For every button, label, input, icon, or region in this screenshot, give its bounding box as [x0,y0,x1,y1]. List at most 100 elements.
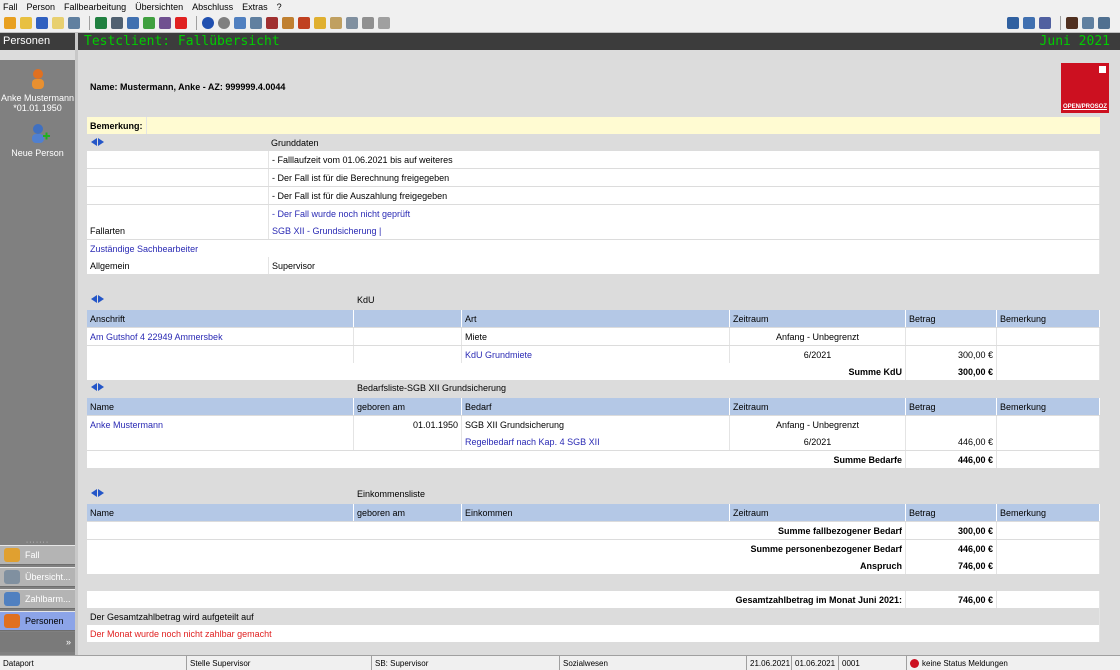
summary-value: 746,00 € [906,557,997,574]
sidebar-strip [0,50,75,60]
warning-row: Der Monat wurde noch nicht zahlbar gemac… [87,625,1100,642]
folder-icon[interactable] [20,17,32,29]
table-cell: 6/2021 [730,346,906,363]
nav-fall[interactable]: Fall [0,545,75,565]
summary-label: Summe fallbezogener Bedarf [87,522,906,539]
kdu-title: KdU [357,295,375,305]
menu-uebersichten[interactable]: Übersichten [135,2,183,12]
books-icon[interactable] [266,17,278,29]
table-cell: Anfang - Unbegrenzt [730,328,906,345]
col-zeitraum: Zeitraum [730,310,906,327]
menu-abschluss[interactable]: Abschluss [192,2,233,12]
grunddaten-line-text: - Der Fall ist für die Auszahlung freige… [269,187,1100,204]
users-icon[interactable] [159,17,171,29]
nav-zahlbarmachung[interactable]: Zahlbarm... [0,589,75,609]
status-date1: 21.06.2021 [747,656,792,670]
overview-icon [4,570,20,584]
nav-personen[interactable]: Personen [0,611,75,631]
status-bereich: Sozialwesen [560,656,747,670]
kdu-table-header: Anschrift Art Zeitraum Betrag Bemerkung [87,310,1100,327]
table-cell [354,346,462,363]
person-icon[interactable] [1066,17,1078,29]
fallarten-link[interactable]: SGB XII - Grundsicherung | [269,222,1100,239]
col-name: Name [87,504,354,521]
col-betrag: Betrag [906,310,997,327]
remark-label: Bemerkung: [87,117,147,134]
coins-icon[interactable] [314,17,326,29]
arrow-right-icon [98,383,104,391]
summary-label: Summe personenbezogener Bedarf [87,540,906,557]
grunddaten-line: - Der Fall ist für die Berechnung freige… [87,169,1100,186]
stamp-icon[interactable] [346,17,358,29]
einkommen-nav[interactable] [91,489,104,497]
nav-uebersicht[interactable]: Übersicht... [0,567,75,587]
table-row: Regelbedarf nach Kap. 4 SGB XII 6/2021 4… [87,433,1100,450]
table-cell [354,328,462,345]
tag-icon[interactable] [282,17,294,29]
window-close-icon[interactable] [1039,17,1051,29]
einkommen-table-header: Name geboren am Einkommen Zeitraum Betra… [87,504,1100,521]
status-date2: 01.06.2021 [792,656,839,670]
window-icon[interactable] [1007,17,1019,29]
check-icon[interactable] [143,17,155,29]
table-cell [997,346,1100,363]
open-case-icon[interactable] [4,17,16,29]
arrow-right-icon [98,295,104,303]
grunddaten-line-link[interactable]: - Der Fall wurde noch nicht geprüft [269,205,1100,222]
calendar-icon[interactable] [1082,17,1094,29]
address-link[interactable]: Am Gutshof 4 22949 Ammersbek [87,328,354,345]
open-folder-icon[interactable] [52,17,64,29]
grunddaten-nav[interactable] [91,138,104,146]
grunddaten-line-text: - Falllaufzeit vom 01.06.2021 bis auf we… [269,151,1100,168]
info-icon[interactable] [202,17,214,29]
bedarf-sum-row: Summe Bedarfe 446,00 € [87,451,1100,468]
monitor-icon[interactable] [234,17,246,29]
table-cell [354,433,462,450]
clock-icon[interactable] [218,17,230,29]
regelbedarf-link[interactable]: Regelbedarf nach Kap. 4 SGB XII [462,433,730,450]
status-bar: Dataport Stelle Supervisor SB: Superviso… [0,655,1120,670]
add-icon[interactable] [175,17,187,29]
table-cell: 01.01.1950 [354,416,462,433]
kdu-grundmiete-link[interactable]: KdU Grundmiete [462,346,730,363]
home-icon[interactable] [298,17,310,29]
sidebar-more-button[interactable]: » [0,632,75,652]
calculator-icon[interactable] [111,17,123,29]
window-tile-icon[interactable] [1023,17,1035,29]
document-icon[interactable] [127,17,139,29]
menu-extras[interactable]: Extras [242,2,268,12]
notes-icon[interactable] [250,17,262,29]
menu-fall[interactable]: Fall [3,2,18,12]
page-title: Testclient: Fallübersicht [84,34,280,49]
sidebar-person-entry[interactable]: Anke Mustermann *01.01.1950 [0,68,75,113]
sidebar: Personen Anke Mustermann *01.01.1950 Neu… [0,33,75,655]
aufteilung-text: Der Gesamtzahlbetrag wird aufgeteilt auf [87,608,1100,625]
person-link[interactable]: Anke Mustermann [87,416,354,433]
bedarf-nav[interactable] [91,383,104,391]
grunddaten-line-text: - Der Fall ist für die Berechnung freige… [269,169,1100,186]
gesamt-label: Gesamtzahlbetrag im Monat Juni 2021: [87,591,906,608]
kdu-sum-value: 300,00 € [906,363,997,380]
bedarf-title: Bedarfsliste-SGB XII Grundsicherung [357,383,507,393]
tools-icon[interactable] [378,17,390,29]
person-dob: *01.01.1950 [13,103,62,113]
table-cell: Miete [462,328,730,345]
new-person-label: Neue Person [11,148,64,158]
grunddaten-line: - Der Fall wurde noch nicht geprüft [87,205,1100,222]
status-messages[interactable]: keine Status Meldungen [907,656,1120,670]
menu-fallbearbeitung[interactable]: Fallbearbeitung [64,2,126,12]
table-cell: SGB XII Grundsicherung [462,416,730,433]
excel-icon[interactable] [95,17,107,29]
kdu-nav[interactable] [91,295,104,303]
sachbearbeiter-link[interactable]: Zuständige Sachbearbeiter [87,240,1100,257]
save-icon[interactable] [36,17,48,29]
menu-help[interactable]: ? [277,2,282,12]
logo-text: OPEN/PROSOZ [1062,104,1107,110]
print-icon[interactable] [68,17,80,29]
sachbearbeiter-row: Zuständige Sachbearbeiter [87,240,1100,257]
network-icon[interactable] [1098,17,1110,29]
menu-person[interactable]: Person [27,2,56,12]
pin-icon[interactable] [362,17,374,29]
envelope-icon[interactable] [330,17,342,29]
sidebar-new-person[interactable]: Neue Person [0,123,75,158]
